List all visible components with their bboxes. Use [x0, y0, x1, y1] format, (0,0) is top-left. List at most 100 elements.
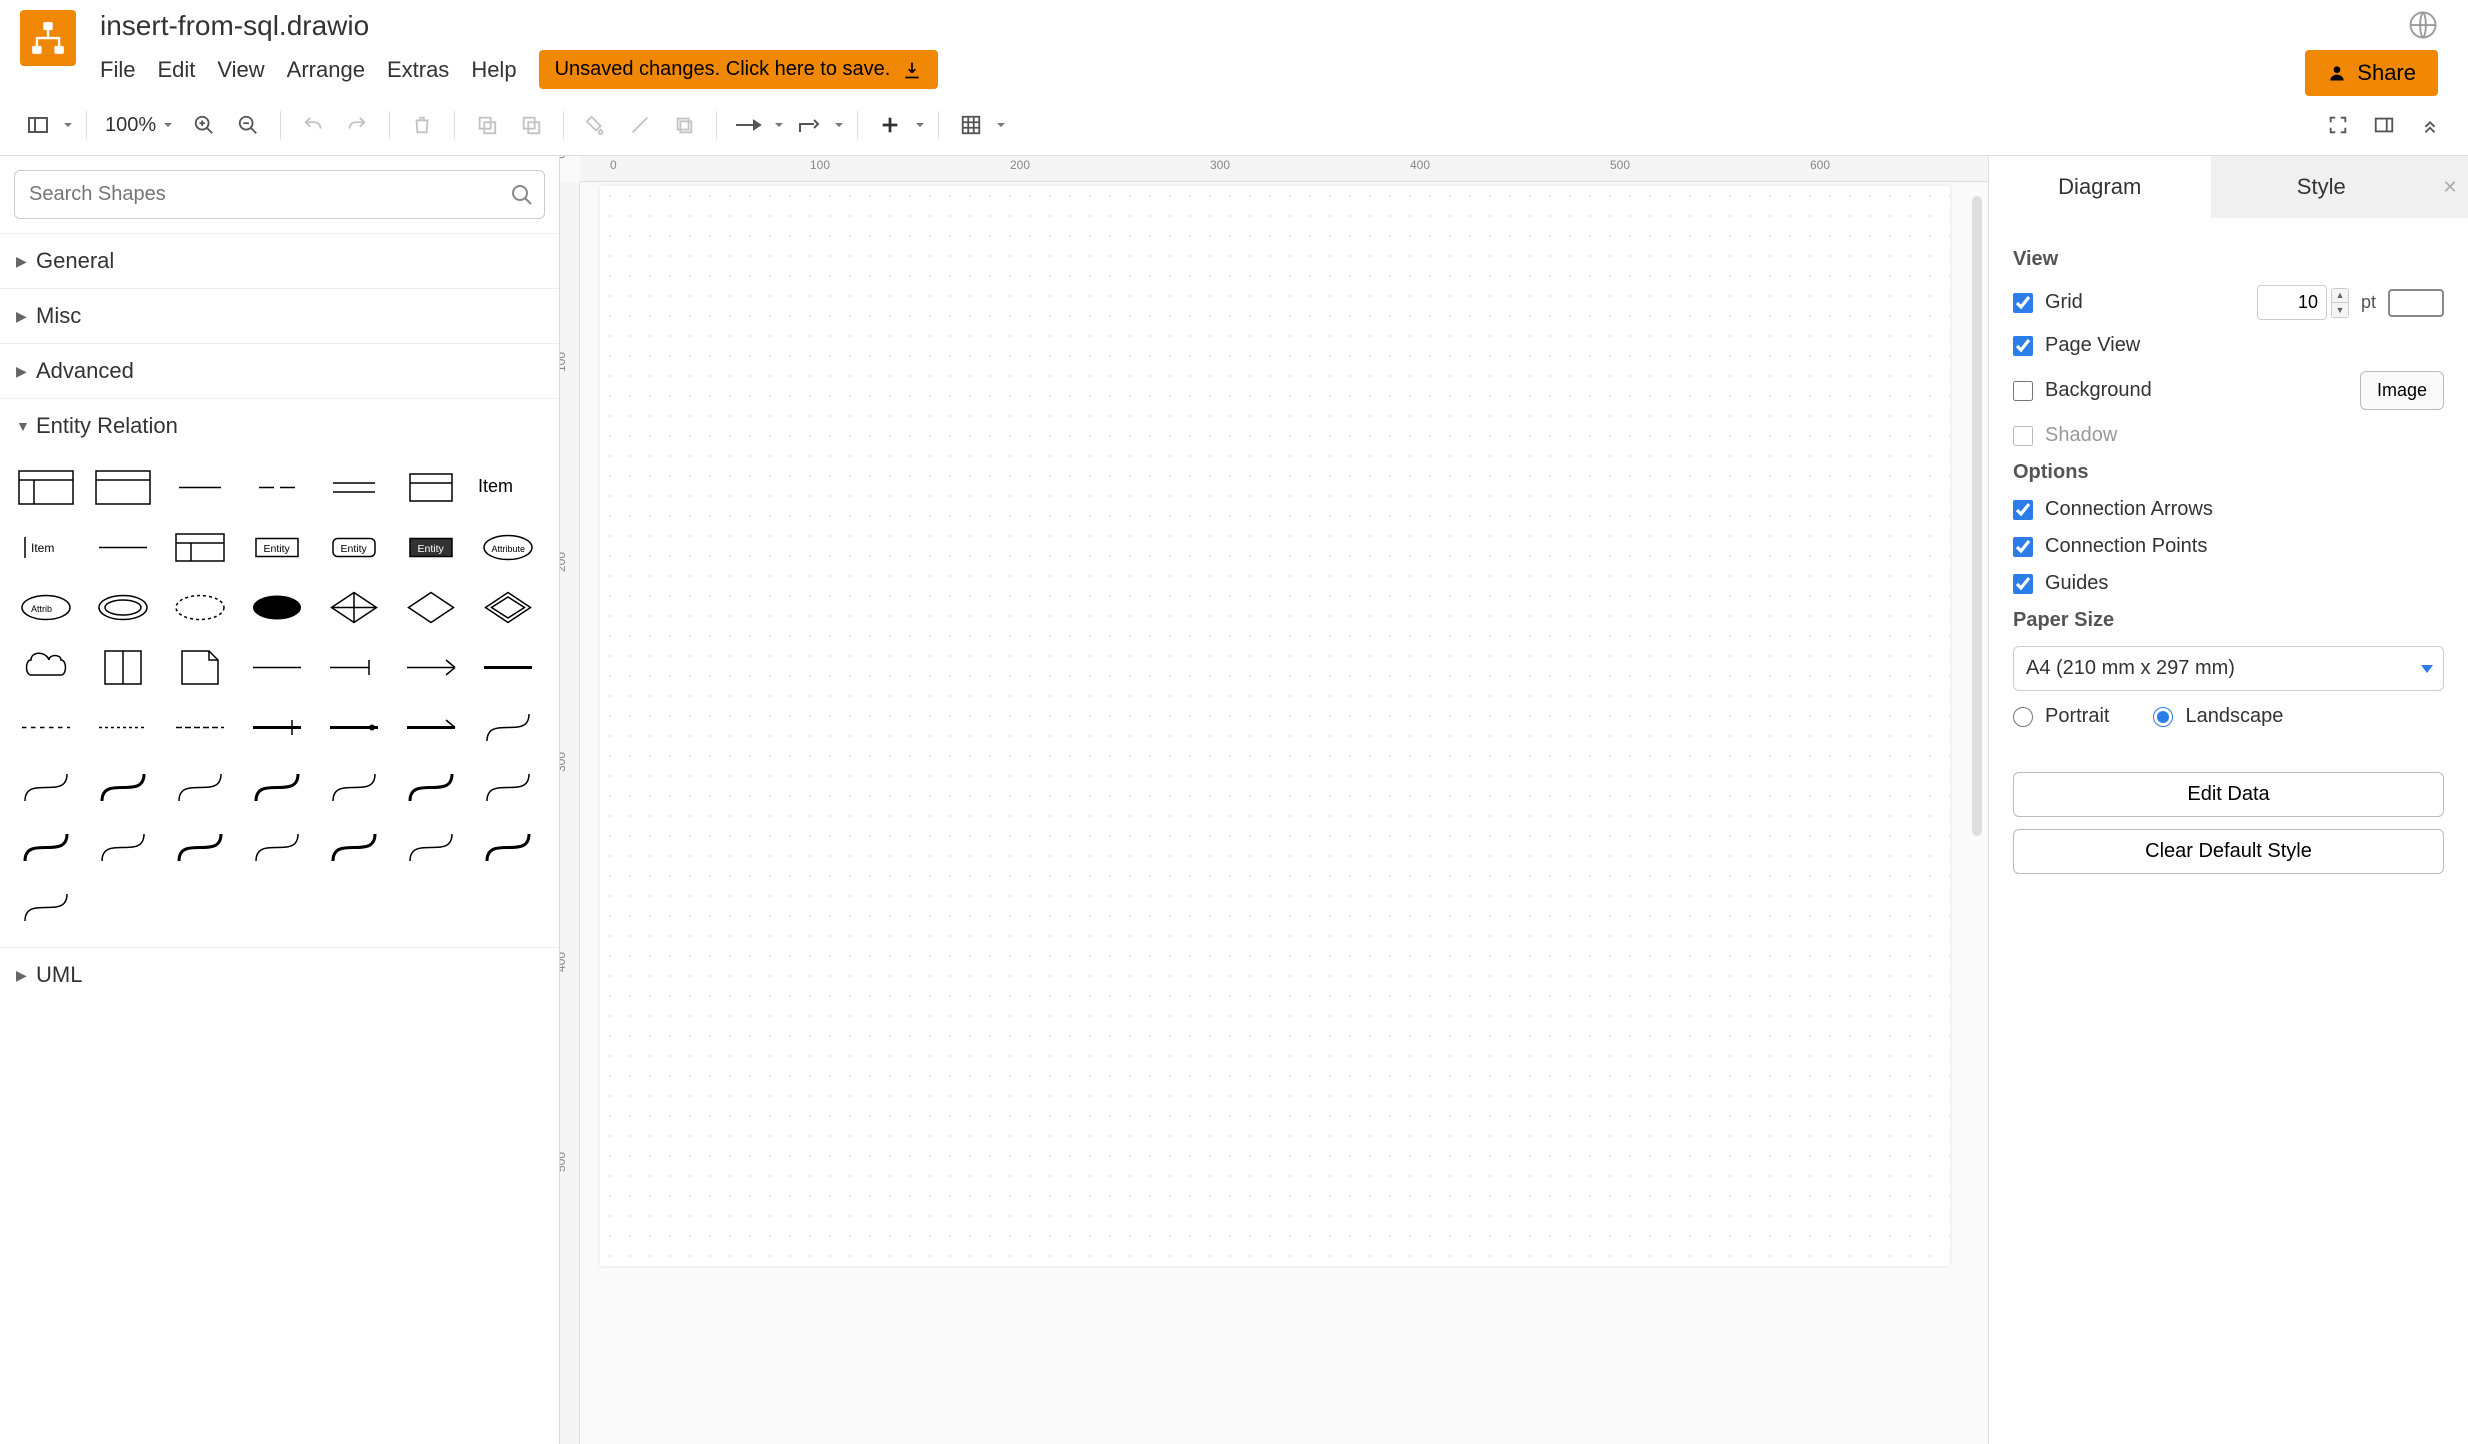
edit-data-button[interactable]: Edit Data: [2013, 772, 2444, 817]
share-button[interactable]: Share: [2305, 50, 2438, 96]
er-shape-29[interactable]: [93, 703, 153, 751]
er-shape-27[interactable]: [478, 643, 538, 691]
redo-button[interactable]: [337, 105, 377, 145]
line-color-button[interactable]: [620, 105, 660, 145]
menu-arrange[interactable]: Arrange: [287, 57, 365, 83]
menu-edit[interactable]: Edit: [157, 57, 195, 83]
page-view-checkbox[interactable]: [2013, 336, 2033, 356]
er-shape-22[interactable]: [93, 643, 153, 691]
portrait-radio[interactable]: [2013, 707, 2033, 727]
er-shape-40[interactable]: [401, 763, 461, 811]
er-shape-23[interactable]: [170, 643, 230, 691]
to-back-button[interactable]: [511, 105, 551, 145]
er-shape-42[interactable]: [16, 823, 76, 871]
document-title[interactable]: insert-from-sql.drawio: [100, 10, 369, 42]
er-shape-8[interactable]: [93, 523, 153, 571]
er-shape-30[interactable]: [170, 703, 230, 751]
grid-color-swatch[interactable]: [2388, 289, 2444, 317]
er-shape-48[interactable]: [478, 823, 538, 871]
table-dropdown[interactable]: [951, 105, 991, 145]
fill-color-button[interactable]: [576, 105, 616, 145]
er-shape-1[interactable]: [93, 463, 153, 511]
vertical-scrollbar[interactable]: [1972, 196, 1982, 836]
er-shape-49[interactable]: [16, 883, 76, 931]
er-shape-25[interactable]: [324, 643, 384, 691]
er-shape-38[interactable]: [247, 763, 307, 811]
save-banner[interactable]: Unsaved changes. Click here to save.: [539, 50, 939, 89]
fullscreen-button[interactable]: [2318, 105, 2358, 145]
er-shape-9[interactable]: [170, 523, 230, 571]
er-shape-47[interactable]: [401, 823, 461, 871]
er-shape-11[interactable]: Entity: [324, 523, 384, 571]
er-shape-45[interactable]: [247, 823, 307, 871]
er-shape-19[interactable]: [401, 583, 461, 631]
er-shape-31[interactable]: [247, 703, 307, 751]
undo-button[interactable]: [293, 105, 333, 145]
background-checkbox[interactable]: [2013, 381, 2033, 401]
er-shape-26[interactable]: [401, 643, 461, 691]
shadow-button[interactable]: [664, 105, 704, 145]
er-shape-17[interactable]: [247, 583, 307, 631]
chevron-down-icon[interactable]: [995, 119, 1007, 131]
er-shape-46[interactable]: [324, 823, 384, 871]
to-front-button[interactable]: [467, 105, 507, 145]
er-shape-36[interactable]: [93, 763, 153, 811]
clear-default-style-button[interactable]: Clear Default Style: [2013, 829, 2444, 874]
category-general[interactable]: ▶General: [0, 234, 559, 288]
er-shape-0[interactable]: [16, 463, 76, 511]
format-panel-toggle[interactable]: [2364, 105, 2404, 145]
connection-dropdown[interactable]: [729, 105, 769, 145]
grid-checkbox[interactable]: [2013, 293, 2033, 313]
tab-style[interactable]: Style: [2211, 156, 2433, 218]
menu-file[interactable]: File: [100, 57, 135, 83]
search-input[interactable]: [15, 171, 544, 218]
er-shape-4[interactable]: [324, 463, 384, 511]
er-shape-14[interactable]: Attrib: [16, 583, 76, 631]
grid-size-input[interactable]: [2257, 285, 2327, 320]
er-shape-35[interactable]: [16, 763, 76, 811]
zoom-dropdown[interactable]: 100%: [99, 114, 180, 137]
collapse-button[interactable]: [2410, 105, 2450, 145]
tab-diagram[interactable]: Diagram: [1989, 156, 2211, 218]
shadow-checkbox[interactable]: [2013, 426, 2033, 446]
connection-arrows-checkbox[interactable]: [2013, 500, 2033, 520]
paper-size-select[interactable]: A4 (210 mm x 297 mm): [2013, 646, 2444, 691]
er-shape-7[interactable]: Item: [16, 523, 76, 571]
chevron-down-icon[interactable]: [773, 119, 785, 131]
background-image-button[interactable]: Image: [2360, 371, 2444, 410]
er-shape-6[interactable]: Item: [478, 463, 538, 511]
er-shape-12[interactable]: Entity: [401, 523, 461, 571]
er-shape-34[interactable]: [478, 703, 538, 751]
close-panel-button[interactable]: ✕: [2432, 156, 2468, 218]
er-shape-18[interactable]: [324, 583, 384, 631]
zoom-out-button[interactable]: [228, 105, 268, 145]
category-uml[interactable]: ▶UML: [0, 948, 559, 1002]
chevron-down-icon[interactable]: [62, 119, 74, 131]
er-shape-33[interactable]: [401, 703, 461, 751]
menu-extras[interactable]: Extras: [387, 57, 449, 83]
category-misc[interactable]: ▶Misc: [0, 289, 559, 343]
er-shape-28[interactable]: [16, 703, 76, 751]
landscape-radio[interactable]: [2153, 707, 2173, 727]
language-button[interactable]: [2408, 10, 2438, 40]
er-shape-24[interactable]: [247, 643, 307, 691]
delete-button[interactable]: [402, 105, 442, 145]
category-advanced[interactable]: ▶Advanced: [0, 344, 559, 398]
category-entity-relation[interactable]: ▼Entity Relation: [0, 399, 559, 453]
zoom-in-button[interactable]: [184, 105, 224, 145]
canvas[interactable]: 0100200300400500600 0100200300400500: [560, 156, 1988, 1444]
er-shape-16[interactable]: [170, 583, 230, 631]
er-shape-5[interactable]: [401, 463, 461, 511]
er-shape-20[interactable]: [478, 583, 538, 631]
menu-help[interactable]: Help: [471, 57, 516, 83]
er-shape-44[interactable]: [170, 823, 230, 871]
er-shape-15[interactable]: [93, 583, 153, 631]
guides-checkbox[interactable]: [2013, 574, 2033, 594]
connection-points-checkbox[interactable]: [2013, 537, 2033, 557]
er-shape-3[interactable]: [247, 463, 307, 511]
app-logo[interactable]: [20, 10, 76, 66]
insert-dropdown[interactable]: [870, 105, 910, 145]
er-shape-10[interactable]: Entity: [247, 523, 307, 571]
er-shape-41[interactable]: [478, 763, 538, 811]
er-shape-21[interactable]: [16, 643, 76, 691]
